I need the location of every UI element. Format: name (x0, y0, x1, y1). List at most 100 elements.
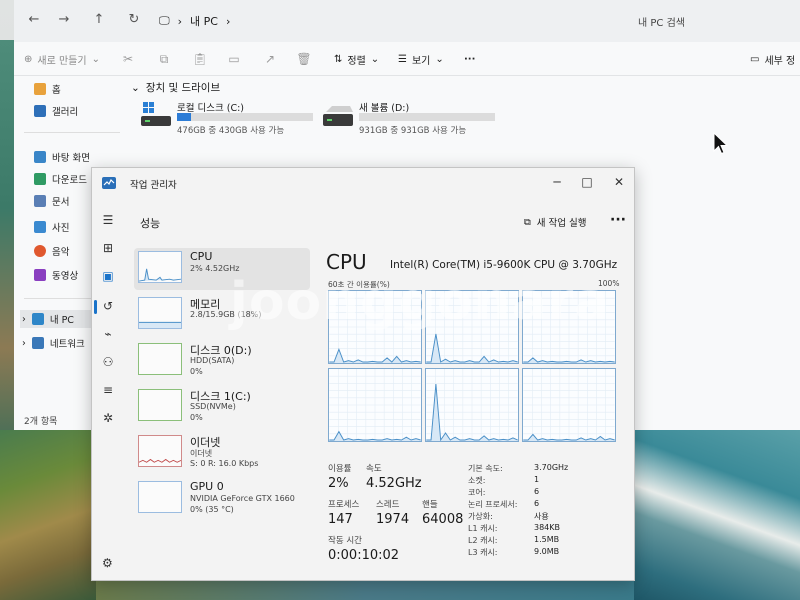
gallery-icon (34, 105, 46, 117)
processes-icon[interactable]: ⊞ (100, 240, 116, 256)
view-button[interactable]: ☰ 보기 ⌄ (398, 51, 444, 67)
rename-icon[interactable]: ▭ (226, 51, 242, 67)
resource-item-gpu[interactable]: GPU 0 NVIDIA GeForce GTX 1660 0% (35 °C) (134, 478, 310, 520)
utilization-value: 2% (328, 476, 349, 491)
close-icon[interactable]: ✕ (604, 172, 634, 192)
drive-usage-bar (177, 113, 313, 121)
computer-icon (31, 313, 44, 325)
sort-button[interactable]: ⇅ 정렬 ⌄ (334, 51, 379, 67)
spec-label: L1 캐시: (468, 524, 498, 533)
new-button[interactable]: ⊕ 새로 만들기 ⌄ (24, 51, 100, 67)
cut-icon[interactable]: ✂ (120, 51, 136, 67)
processes-label: 프로세스 (328, 500, 360, 510)
sidebar-item-home[interactable]: 홈 (34, 80, 61, 98)
sidebar-item-videos[interactable]: 동영상 (34, 266, 78, 284)
sidebar-item-network[interactable]: › 네트워크 (22, 334, 85, 352)
resource-item-memory[interactable]: 메모리 2.8/15.9GB (18%) (134, 294, 310, 336)
share-icon[interactable]: ↗ (262, 51, 278, 67)
details-list-icon[interactable]: ≡ (100, 382, 116, 398)
cpu-core-graph (522, 368, 616, 442)
chevron-down-icon: ⌄ (435, 53, 444, 65)
cpu-core-graph (522, 290, 616, 364)
status-bar: 2개 항목 (24, 417, 58, 427)
uptime-label: 작동 시간 (328, 536, 362, 546)
resource-item-disk-1[interactable]: 디스크 1(C:) SSD(NVMe) 0% (134, 386, 310, 428)
startup-apps-icon[interactable]: ⌁ (100, 326, 116, 342)
drive-d[interactable]: 새 볼륨 (D:) 931GB 중 931GB 사용 가능 (323, 100, 643, 136)
spec-value: 6 (534, 499, 540, 508)
delete-icon[interactable]: 🗑︎ (296, 51, 312, 67)
details-button[interactable]: ▭ 세부 정 (750, 51, 795, 67)
graph-label: 60초 간 이용률(%) (328, 280, 390, 289)
wallpaper (0, 430, 96, 600)
desktop-folder-icon (34, 151, 46, 163)
sidebar-item-music[interactable]: 음악 (34, 242, 69, 260)
spec-label: L3 캐시: (468, 548, 498, 557)
handles-label: 핸들 (422, 500, 438, 510)
cpu-heading: CPU (326, 250, 367, 274)
disk-thumbnail-graph (138, 343, 182, 375)
more-options-icon[interactable]: ··· (610, 212, 626, 228)
spec-value: 1 (534, 475, 540, 484)
drives-section-header[interactable]: ⌄ 장치 및 드라이브 (131, 80, 220, 95)
forward-icon[interactable]: → (54, 10, 74, 30)
threads-value: 1974 (376, 512, 410, 527)
drive-free-space: 931GB 중 931GB 사용 가능 (359, 126, 467, 136)
explorer-toolbar: ⊕ 새로 만들기 ⌄ ✂ ⧉ 📋︎ ▭ ↗ 🗑︎ ⇅ 정렬 ⌄ ☰ 보기 ⌄ ·… (14, 42, 800, 76)
address-bar[interactable]: 🖵 › 내 PC › (159, 9, 629, 33)
sidebar-item-documents[interactable]: 문서 (34, 192, 69, 210)
cpu-model: Intel(R) Core(TM) i5-9600K CPU @ 3.70GHz (390, 259, 618, 271)
more-button[interactable]: ··· (464, 51, 475, 67)
task-manager-window: 작업 관리자 ─ □ ✕ ☰ ⊞ ▣ ↺ ⌁ ⚇ ≡ ✲ ⚙ 성능 ⧉ 새 작업… (91, 167, 635, 581)
resource-item-ethernet[interactable]: 이더넷 이더넷 S: 0 R: 16.0 Kbps (134, 432, 310, 474)
run-new-task-button[interactable]: ⧉ 새 작업 실행 (524, 215, 587, 230)
resource-item-disk-0[interactable]: 디스크 0(D:) HDD(SATA) 0% (134, 340, 310, 382)
chevron-down-icon: ⌄ (131, 81, 140, 94)
copy-icon[interactable]: ⧉ (156, 51, 172, 67)
pictures-icon (34, 221, 46, 233)
uptime-value: 0:00:10:02 (328, 548, 400, 563)
gpu-thumbnail-graph (138, 481, 182, 513)
task-manager-titlebar[interactable]: 작업 관리자 ─ □ ✕ (92, 168, 634, 198)
settings-gear-icon[interactable]: ⚙ (102, 556, 113, 570)
paste-icon[interactable]: 📋︎ (192, 51, 208, 67)
maximize-icon[interactable]: □ (572, 172, 602, 192)
videos-icon (34, 269, 46, 281)
up-icon[interactable]: ↑ (89, 10, 109, 30)
ethernet-thumbnail-graph (138, 435, 182, 467)
chevron-right-icon: › (225, 14, 231, 28)
users-icon[interactable]: ⚇ (100, 354, 116, 370)
speed-value: 4.52GHz (366, 476, 422, 491)
drive-free-space: 476GB 중 430GB 사용 가능 (177, 126, 285, 136)
app-history-icon[interactable]: ↺ (100, 298, 116, 314)
sidebar-item-pictures[interactable]: 사진 (34, 218, 69, 236)
hamburger-menu-icon[interactable]: ☰ (100, 212, 116, 228)
windows-drive-icon (141, 102, 171, 126)
spec-label: L2 캐시: (468, 536, 498, 545)
sidebar-item-gallery[interactable]: 갤러리 (34, 102, 78, 120)
threads-label: 스레드 (376, 500, 400, 510)
search-input[interactable]: 내 PC 검색 (634, 9, 800, 33)
back-icon[interactable]: ← (24, 10, 44, 30)
music-icon (34, 245, 46, 257)
handles-value: 64008 (422, 512, 464, 527)
resource-item-cpu[interactable]: CPU 2% 4.52GHz (134, 248, 310, 290)
cpu-core-graph (425, 290, 519, 364)
cpu-core-graph (425, 368, 519, 442)
task-manager-icon (102, 177, 116, 189)
performance-icon[interactable]: ▣ (100, 268, 116, 284)
spec-label: 논리 프로세서: (468, 500, 518, 509)
minimize-icon[interactable]: ─ (542, 172, 572, 192)
spec-label: 기본 속도: (468, 464, 503, 473)
graph-max-label: 100% (598, 279, 620, 288)
divider (24, 132, 120, 133)
spec-value: 384KB (534, 523, 561, 532)
services-icon[interactable]: ✲ (100, 410, 116, 426)
refresh-icon[interactable]: ↻ (124, 10, 144, 30)
disk-thumbnail-graph (138, 389, 182, 421)
sidebar-item-downloads[interactable]: 다운로드 (34, 170, 87, 188)
documents-icon (34, 195, 46, 207)
spec-value: 사용 (534, 512, 549, 521)
sidebar-item-desktop[interactable]: 바탕 화면 (34, 148, 90, 166)
download-icon (34, 173, 46, 185)
